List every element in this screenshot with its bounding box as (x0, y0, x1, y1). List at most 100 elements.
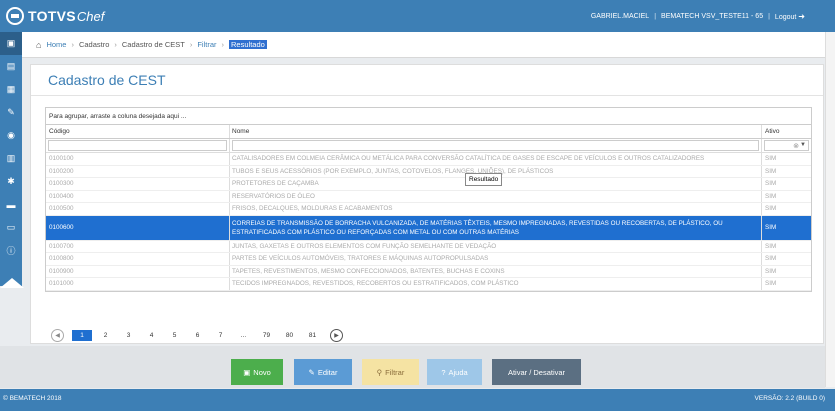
group-drop-area[interactable]: Para agrupar, arraste a coluna desejada … (46, 108, 811, 125)
sidebar-item-relatorios[interactable]: ▥ (0, 147, 22, 170)
breadcrumb-separator: › (189, 40, 193, 49)
chart-icon: ▥ (6, 153, 16, 163)
sidebar-item-ferramentas[interactable]: ✎ (0, 101, 22, 124)
cell-codigo: 0100400 (46, 190, 230, 202)
page-scrollbar[interactable] (825, 32, 835, 387)
page-number[interactable]: 5 (163, 332, 186, 339)
cell-codigo: 0100600 (46, 215, 230, 240)
column-header-nome[interactable]: Nome (230, 125, 762, 138)
logo-text-chef: Chef (76, 8, 105, 24)
editar-button[interactable]: ✎ Editar (294, 359, 352, 385)
filter-codigo-input[interactable] (48, 140, 227, 151)
next-page-button[interactable]: ▶ (330, 329, 343, 342)
column-header-ativo[interactable]: Ativo (762, 125, 811, 138)
logout-label: Logout (774, 14, 797, 21)
grid-body: 0100100 CATALISADORES EM COLMEIA CERÂMICA… (46, 153, 811, 291)
main-panel: Cadastro de CEST Para agrupar, arraste a… (30, 64, 824, 344)
table-row[interactable]: 0100100 CATALISADORES EM COLMEIA CERÂMICA… (46, 153, 811, 166)
novo-button[interactable]: ▣ Novo (231, 359, 283, 385)
sidebar-item-configuracoes[interactable]: ✱ (0, 170, 22, 193)
table-row[interactable]: 0100300 PROTETORES DE CAÇAMBA SIM (46, 178, 811, 191)
breadcrumb-cadastro[interactable]: Cadastro (79, 40, 109, 49)
edit-icon: ✎ (308, 367, 315, 377)
search-icon: ⚲ (376, 367, 383, 377)
home-icon[interactable]: ⌂ (36, 40, 41, 50)
column-header-codigo[interactable]: Código (46, 125, 230, 138)
cell-ativo: SIM (765, 167, 777, 175)
breadcrumb-home[interactable]: Home (46, 40, 66, 49)
breadcrumb: ⌂ Home › Cadastro › Cadastro de CEST › F… (22, 32, 825, 58)
breadcrumb-separator: › (71, 40, 74, 49)
sidebar-item-cartoes[interactable]: ▬ (0, 193, 22, 216)
filter-ativo-select[interactable]: ⊗ ▼ (764, 140, 809, 151)
page-number[interactable]: 79 (255, 332, 278, 339)
editar-label: Editar (317, 367, 338, 377)
sidebar-item-cadastro[interactable]: ▣ (0, 32, 22, 55)
cest-grid: Para agrupar, arraste a coluna desejada … (45, 107, 812, 292)
breadcrumb-resultado: Resultado (229, 40, 267, 49)
page-number[interactable]: 81 (301, 332, 324, 339)
document-icon: ▤ (6, 61, 16, 71)
user-area: GABRIEL.MACIEL | BEMATECH VSV_TESTE11 - … (591, 12, 805, 21)
table-row[interactable]: 0100200 TUBOS E SEUS ACESSÓRIOS (POR EXEM… (46, 165, 811, 178)
sidebar: ▣ ▤ ▦ ✎ ◉ ▥ ✱ ▬ ▭ ⓘ (0, 32, 22, 286)
filtrar-button[interactable]: ⚲ Filtrar (362, 359, 419, 385)
sidebar-item-documentos[interactable]: ▤ (0, 55, 22, 78)
divider: | (768, 13, 770, 20)
clear-icon[interactable]: ⊗ (793, 142, 799, 150)
app-logo[interactable]: TOTVS Chef (6, 7, 104, 25)
cell-codigo: 0101000 (46, 278, 230, 290)
page-number[interactable]: 4 (140, 332, 163, 339)
top-bar: TOTVS Chef GABRIEL.MACIEL | BEMATECH VSV… (0, 0, 835, 32)
cell-ativo: SIM (765, 267, 777, 275)
ajuda-button[interactable]: ? Ajuda (427, 359, 482, 385)
breadcrumb-filtrar[interactable]: Filtrar (197, 40, 216, 49)
cell-nome: PARTES DE VEÍCULOS AUTOMÓVEIS, TRATORES … (230, 253, 762, 265)
table-row[interactable]: 0100700 JUNTAS, GAXETAS E OUTROS ELEMENTO… (46, 240, 811, 253)
wrench-icon: ✎ (7, 107, 15, 117)
table-row[interactable]: 0100600 CORREIAS DE TRANSMISSÃO DE BORRAC… (46, 215, 811, 241)
tooltip: Resultado (465, 173, 503, 186)
breadcrumb-cadastro-cest[interactable]: Cadastro de CEST (122, 40, 185, 49)
table-row[interactable]: 0100800 PARTES DE VEÍCULOS AUTOMÓVEIS, TR… (46, 253, 811, 266)
copyright: © BEMATECH 2018 (3, 395, 62, 402)
novo-label: Novo (253, 367, 271, 377)
user-name[interactable]: GABRIEL.MACIEL (591, 13, 649, 20)
logout-link[interactable]: Logout ➜ (775, 12, 805, 21)
cell-nome: CORREIAS DE TRANSMISSÃO DE BORRACHA VULC… (230, 215, 762, 240)
info-icon: ⓘ (6, 246, 16, 256)
table-row[interactable]: 0100400 RESERVATÓRIOS DE ÓLEO SIM (46, 190, 811, 203)
sidebar-item-informacoes[interactable]: ⓘ (0, 239, 22, 262)
breadcrumb-separator: › (114, 40, 117, 49)
table-row[interactable]: 0100900 TAPETES, REVESTIMENTOS, MESMO CON… (46, 265, 811, 278)
company-name[interactable]: BEMATECH VSV_TESTE11 - 65 (661, 13, 763, 20)
ativar-desativar-button[interactable]: Ativar / Desativar (492, 359, 581, 385)
logo-icon (6, 7, 24, 25)
page-number[interactable]: 2 (94, 332, 117, 339)
chevron-down-icon: ▼ (800, 142, 806, 148)
page-number[interactable]: 6 (186, 332, 209, 339)
cell-ativo: SIM (765, 192, 777, 200)
sidebar-item-imagens[interactable]: ▦ (0, 78, 22, 101)
cell-ativo: SIM (765, 205, 777, 213)
page-number[interactable]: 7 (209, 332, 232, 339)
filter-nome-input[interactable] (232, 140, 759, 151)
ajuda-label: Ajuda (448, 367, 468, 377)
gear-icon: ✱ (7, 176, 15, 186)
page-number[interactable]: 3 (117, 332, 140, 339)
filtrar-label: Filtrar (385, 367, 405, 377)
sidebar-item-impressao[interactable]: ▭ (0, 216, 22, 239)
page-number[interactable]: 1 (72, 330, 92, 341)
sidebar-collapse-handle[interactable] (0, 278, 24, 288)
sidebar-item-financeiro[interactable]: ◉ (0, 124, 22, 147)
cell-codigo: 0100200 (46, 165, 230, 177)
page-number[interactable]: 80 (278, 332, 301, 339)
prev-page-button[interactable]: ◀ (51, 329, 64, 342)
pager: ◀ 1 2 3 4 5 6 7... 79 80 81 ▶ (45, 327, 812, 344)
cell-codigo: 0100800 (46, 253, 230, 265)
cell-ativo: SIM (765, 280, 777, 288)
footer: © BEMATECH 2018 VERSÃO: 2.2 (BUILD 0) (0, 389, 835, 411)
table-row[interactable]: 0100500 FRISOS, DECALQUES, MOLDURAS E ACA… (46, 203, 811, 216)
divider (31, 95, 823, 96)
table-row[interactable]: 0101000 TECIDOS IMPREGNADOS, REVESTIDOS, … (46, 278, 811, 291)
